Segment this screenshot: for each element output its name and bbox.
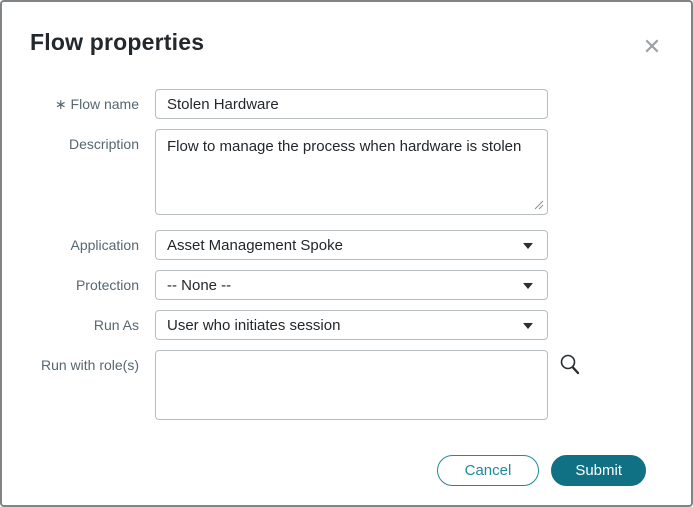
caret-down-icon [523, 323, 533, 329]
run-as-row: Run As User who initiates session [2, 310, 691, 340]
protection-selected-value: -- None -- [167, 276, 232, 294]
search-icon[interactable] [556, 350, 584, 378]
submit-button[interactable]: Submit [551, 455, 646, 486]
run-as-label: Run As [93, 317, 139, 333]
application-select[interactable]: Asset Management Spoke [155, 230, 548, 260]
caret-down-icon [523, 243, 533, 249]
run-with-roles-label: Run with role(s) [40, 357, 139, 373]
flow-name-label-text: Flow name [70, 96, 139, 112]
required-icon: ∗ [54, 96, 67, 112]
description-textarea[interactable]: Flow to manage the process when hardware… [155, 129, 548, 215]
run-as-select[interactable]: User who initiates session [155, 310, 548, 340]
cancel-button[interactable]: Cancel [436, 455, 540, 486]
resize-handle-icon[interactable] [534, 197, 544, 215]
description-row: Description Flow to manage the process w… [2, 129, 691, 220]
flow-name-row: ∗ Flow name [2, 89, 691, 119]
run-with-roles-row: Run with role(s) [2, 350, 691, 425]
close-icon[interactable]: ✕ [637, 32, 667, 62]
flow-properties-form: ∗ Flow name Description Flow to manage t… [2, 89, 691, 435]
flow-name-label: ∗ Flow name [2, 89, 155, 113]
application-label: Application [70, 237, 140, 253]
flow-properties-dialog: Flow properties ✕ ∗ Flow name Descriptio… [0, 0, 693, 507]
application-selected-value: Asset Management Spoke [167, 236, 343, 254]
caret-down-icon [523, 283, 533, 289]
protection-label: Protection [75, 277, 139, 293]
run-as-selected-value: User who initiates session [167, 316, 341, 334]
protection-row: Protection -- None -- [2, 270, 691, 300]
dialog-title: Flow properties [30, 29, 205, 55]
flow-name-input[interactable] [155, 89, 548, 119]
run-with-roles-textarea[interactable] [155, 350, 548, 420]
protection-select[interactable]: -- None -- [155, 270, 548, 300]
application-row: Application Asset Management Spoke [2, 230, 691, 260]
description-label: Description [68, 136, 139, 152]
dialog-footer: Cancel Submit [436, 455, 646, 486]
